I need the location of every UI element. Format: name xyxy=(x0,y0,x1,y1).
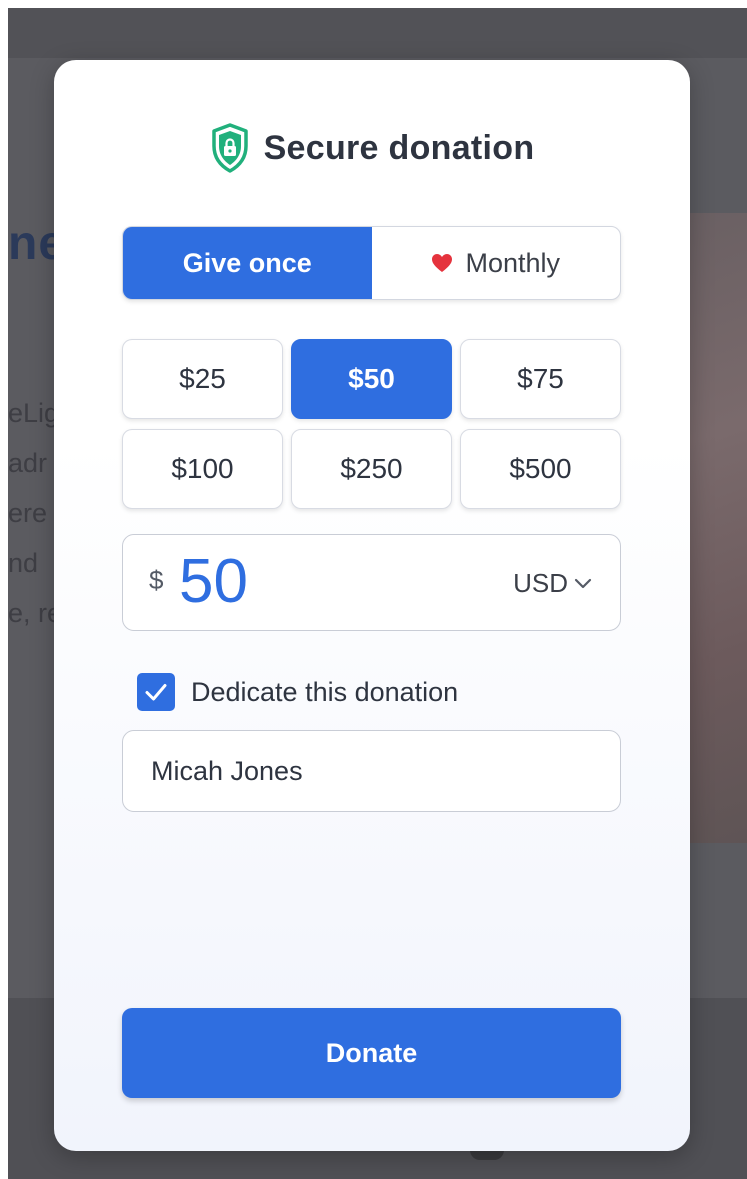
honoree-name-value[interactable]: Micah Jones xyxy=(151,756,303,787)
background-header xyxy=(8,8,747,58)
monthly-tab[interactable]: Monthly xyxy=(372,227,621,299)
frequency-toggle: Give once Monthly xyxy=(122,226,621,300)
dedicate-row: Dedicate this donation xyxy=(137,673,458,711)
amount-input[interactable]: $ 50 USD xyxy=(122,534,621,631)
modal-title: Secure donation xyxy=(263,128,535,167)
currency-code: USD xyxy=(513,568,568,598)
chevron-down-icon xyxy=(574,578,592,588)
amount-option-50[interactable]: $50 xyxy=(291,339,452,419)
amount-option-100[interactable]: $100 xyxy=(122,429,283,509)
donation-modal: Secure donation Give once Monthly $25 $5… xyxy=(54,60,690,1151)
amount-option-250[interactable]: $250 xyxy=(291,429,452,509)
currency-select[interactable]: USD xyxy=(513,568,592,599)
amount-option-75[interactable]: $75 xyxy=(460,339,621,419)
dedicate-checkbox[interactable] xyxy=(137,673,175,711)
dedicate-label: Dedicate this donation xyxy=(191,676,459,707)
shield-lock-icon xyxy=(211,123,248,173)
modal-header: Secure donation xyxy=(54,120,690,176)
amount-option-500[interactable]: $500 xyxy=(460,429,621,509)
honoree-name-input[interactable]: Micah Jones xyxy=(122,730,621,812)
heart-icon xyxy=(432,254,453,272)
monthly-label: Monthly xyxy=(465,247,561,278)
amount-value[interactable]: 50 xyxy=(179,549,248,615)
give-once-tab[interactable]: Give once xyxy=(123,227,372,299)
amount-option-25[interactable]: $25 xyxy=(122,339,283,419)
amount-options: $25 $50 $75 $100 $250 $500 xyxy=(122,339,621,509)
background-photo xyxy=(688,213,747,843)
currency-symbol: $ xyxy=(149,565,164,595)
give-once-label: Give once xyxy=(182,247,312,278)
check-icon xyxy=(145,684,167,701)
donate-button[interactable]: Donate xyxy=(122,1008,621,1098)
